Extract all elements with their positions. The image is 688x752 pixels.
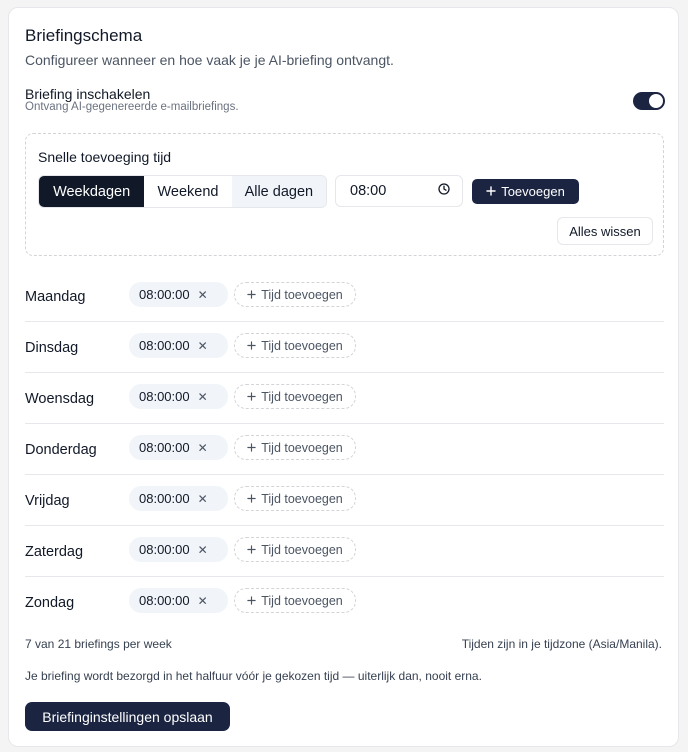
time-chip-value: 08:00:00 xyxy=(139,338,190,353)
remove-time-icon[interactable]: ✕ xyxy=(198,288,208,302)
time-chip-value: 08:00:00 xyxy=(139,440,190,455)
day-name: Donderdag xyxy=(25,441,97,458)
add-time-label: Tijd toevoegen xyxy=(261,491,343,506)
time-chip: 08:00:00 ✕ xyxy=(129,486,228,511)
time-chip-value: 08:00:00 xyxy=(139,389,190,404)
day-name: Zondag xyxy=(25,594,75,611)
day-row: Donderdag 08:00:00 ✕ Tijd toevoegen xyxy=(25,424,664,475)
remove-time-icon[interactable]: ✕ xyxy=(198,594,208,608)
time-chip: 08:00:00 ✕ xyxy=(129,333,228,358)
time-chip: 08:00:00 ✕ xyxy=(129,537,228,562)
add-time-button[interactable]: Tijd toevoegen xyxy=(234,282,356,307)
add-time-label: Tijd toevoegen xyxy=(261,542,343,557)
plus-icon xyxy=(247,543,256,557)
quick-add-button[interactable]: Toevoegen xyxy=(472,179,579,204)
plus-icon xyxy=(247,492,256,506)
time-chip: 08:00:00 ✕ xyxy=(129,435,228,460)
add-time-label: Tijd toevoegen xyxy=(261,593,343,608)
day-preset-segmented-control: Weekdagen Weekend Alle dagen xyxy=(38,175,327,208)
toggle-knob xyxy=(649,94,663,108)
day-name: Dinsdag xyxy=(25,339,79,356)
enable-briefing-sublabel: Ontvang AI-gegenereerde e-mailbriefings. xyxy=(25,101,239,113)
time-chip: 08:00:00 ✕ xyxy=(129,384,228,409)
day-name: Vrijdag xyxy=(25,492,70,509)
delivery-note: Je briefing wordt bezorgd in het halfuur… xyxy=(25,669,482,683)
save-settings-button[interactable]: Briefinginstellingen opslaan xyxy=(25,702,230,731)
page-description: Configureer wanneer en hoe vaak je je AI… xyxy=(25,52,394,68)
clock-icon[interactable] xyxy=(438,183,450,199)
remove-time-icon[interactable]: ✕ xyxy=(198,492,208,506)
timezone-note: Tijden zijn in je tijdzone (Asia/Manila)… xyxy=(461,637,662,651)
remove-time-icon[interactable]: ✕ xyxy=(198,390,208,404)
time-chip-value: 08:00:00 xyxy=(139,593,190,608)
time-chip-value: 08:00:00 xyxy=(139,287,190,302)
add-time-label: Tijd toevoegen xyxy=(261,287,343,302)
page-title: Briefingschema xyxy=(25,26,143,45)
add-time-label: Tijd toevoegen xyxy=(261,440,343,455)
plus-icon xyxy=(247,594,256,608)
add-time-button[interactable]: Tijd toevoegen xyxy=(234,435,356,460)
time-chip: 08:00:00 ✕ xyxy=(129,282,228,307)
quick-add-title: Snelle toevoeging tijd xyxy=(38,149,172,165)
time-input-value: 08:00 xyxy=(350,183,387,199)
quick-add-time-input[interactable]: 08:00 xyxy=(335,175,463,207)
briefing-count: 7 van 21 briefings per week xyxy=(25,637,172,651)
add-time-button[interactable]: Tijd toevoegen xyxy=(234,588,356,613)
time-chip-value: 08:00:00 xyxy=(139,542,190,557)
day-name: Maandag xyxy=(25,288,86,305)
quick-add-button-label: Toevoegen xyxy=(501,184,565,199)
plus-icon xyxy=(486,184,496,199)
day-row: Zondag 08:00:00 ✕ Tijd toevoegen xyxy=(25,577,664,628)
quick-add-panel: Snelle toevoeging tijd Weekdagen Weekend… xyxy=(25,133,664,256)
day-row: Maandag 08:00:00 ✕ Tijd toevoegen xyxy=(25,271,664,322)
remove-time-icon[interactable]: ✕ xyxy=(198,339,208,353)
enable-briefing-toggle[interactable] xyxy=(633,92,665,110)
add-time-button[interactable]: Tijd toevoegen xyxy=(234,537,356,562)
add-time-button[interactable]: Tijd toevoegen xyxy=(234,486,356,511)
segment-all-days[interactable]: Alle dagen xyxy=(231,176,326,207)
time-chip: 08:00:00 ✕ xyxy=(129,588,228,613)
plus-icon xyxy=(247,441,256,455)
add-time-button[interactable]: Tijd toevoegen xyxy=(234,384,356,409)
plus-icon xyxy=(247,288,256,302)
day-row: Zaterdag 08:00:00 ✕ Tijd toevoegen xyxy=(25,526,664,577)
add-time-label: Tijd toevoegen xyxy=(261,389,343,404)
add-time-button[interactable]: Tijd toevoegen xyxy=(234,333,356,358)
day-name: Woensdag xyxy=(25,390,95,407)
add-time-label: Tijd toevoegen xyxy=(261,338,343,353)
remove-time-icon[interactable]: ✕ xyxy=(198,543,208,557)
day-name: Zaterdag xyxy=(25,543,84,560)
day-row: Dinsdag 08:00:00 ✕ Tijd toevoegen xyxy=(25,322,664,373)
remove-time-icon[interactable]: ✕ xyxy=(198,441,208,455)
segment-weekdays[interactable]: Weekdagen xyxy=(39,176,145,207)
plus-icon xyxy=(247,390,256,404)
day-row: Vrijdag 08:00:00 ✕ Tijd toevoegen xyxy=(25,475,664,526)
enable-briefing-label: Briefing inschakelen xyxy=(25,86,151,102)
clear-all-button[interactable]: Alles wissen xyxy=(557,217,653,245)
plus-icon xyxy=(247,339,256,353)
day-row: Woensdag 08:00:00 ✕ Tijd toevoegen xyxy=(25,373,664,424)
segment-weekend[interactable]: Weekend xyxy=(144,176,231,207)
time-chip-value: 08:00:00 xyxy=(139,491,190,506)
briefing-schedule-card: Briefingschema Configureer wanneer en ho… xyxy=(8,7,679,747)
